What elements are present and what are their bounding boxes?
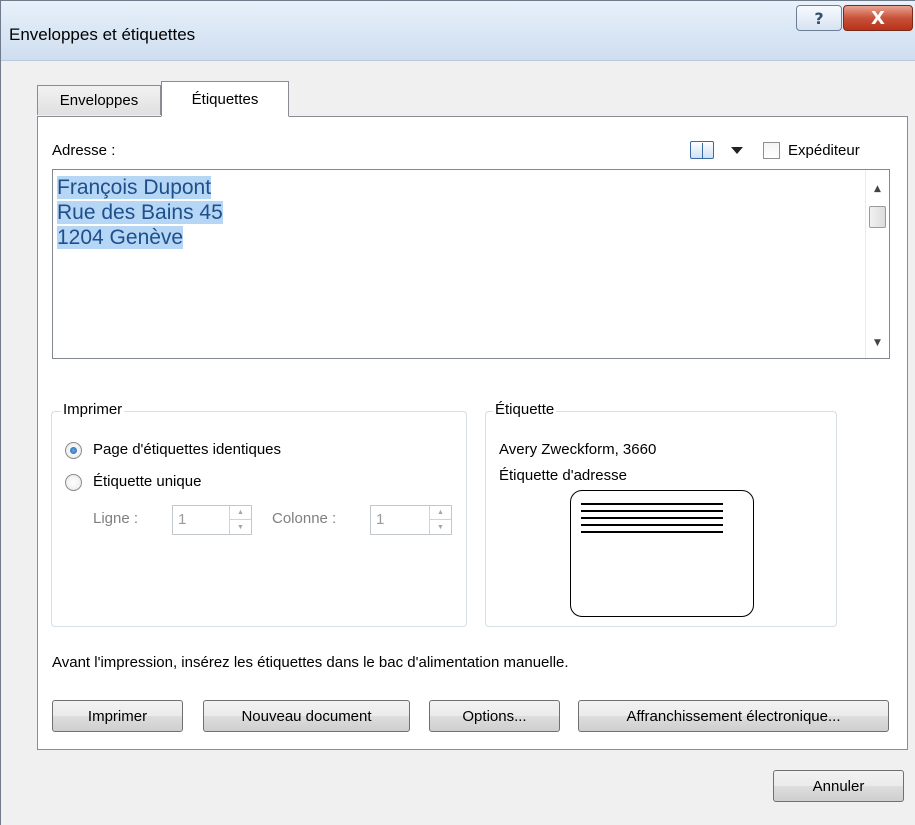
- expediteur-label[interactable]: Expéditeur: [788, 142, 860, 159]
- tab-etiquettes[interactable]: Étiquettes: [161, 81, 289, 117]
- tab-enveloppes[interactable]: Enveloppes: [37, 85, 161, 115]
- print-group-legend: Imprimer: [61, 401, 125, 418]
- address-line: François Dupont: [57, 176, 212, 199]
- help-icon: ?: [814, 8, 824, 28]
- close-button[interactable]: X: [843, 5, 913, 31]
- help-button[interactable]: ?: [796, 5, 842, 31]
- row-label: Ligne :: [93, 510, 139, 527]
- options-button[interactable]: Options...: [429, 700, 560, 732]
- address-book-icon[interactable]: [690, 141, 714, 159]
- radio-full-page[interactable]: [65, 442, 82, 459]
- chevron-down-icon[interactable]: [731, 147, 743, 154]
- expediteur-checkbox[interactable]: [763, 142, 780, 159]
- label-vendor[interactable]: Avery Zweckform, 3660: [499, 441, 656, 458]
- radio-single-label[interactable]: [65, 474, 82, 491]
- tab-enveloppes-label: Enveloppes: [59, 92, 139, 109]
- close-icon: X: [871, 7, 885, 29]
- scroll-down-icon[interactable]: ▼: [866, 334, 889, 352]
- notice-text: Avant l'impression, insérez les étiquett…: [52, 654, 569, 671]
- row-spinner[interactable]: 1 ▲ ▼: [172, 505, 252, 535]
- address-line: Rue des Bains 45: [57, 201, 223, 224]
- title-bar: Enveloppes et étiquettes ? X: [1, 1, 915, 61]
- electronic-postage-button[interactable]: Affranchissement électronique...: [578, 700, 889, 732]
- column-label: Colonne :: [272, 510, 337, 527]
- spin-up-icon[interactable]: ▲: [230, 506, 251, 520]
- label-type[interactable]: Étiquette d'adresse: [499, 467, 627, 484]
- scroll-up-icon[interactable]: ▲: [866, 180, 889, 198]
- label-preview-image[interactable]: [570, 490, 754, 617]
- address-textarea[interactable]: François Dupont Rue des Bains 45 1204 Ge…: [52, 169, 890, 359]
- spin-down-icon[interactable]: ▼: [430, 520, 451, 534]
- row-value: 1: [178, 511, 187, 528]
- new-document-button[interactable]: Nouveau document: [203, 700, 410, 732]
- radio-full-page-label[interactable]: Page d'étiquettes identiques: [93, 441, 281, 458]
- tab-etiquettes-label: Étiquettes: [191, 90, 259, 108]
- spin-up-icon[interactable]: ▲: [430, 506, 451, 520]
- print-button[interactable]: Imprimer: [52, 700, 183, 732]
- address-scrollbar[interactable]: ▲ ▼: [865, 170, 889, 358]
- window-title: Enveloppes et étiquettes: [9, 25, 196, 44]
- dialog-window: Enveloppes et étiquettes ? X Enveloppes …: [0, 0, 915, 825]
- scroll-thumb[interactable]: [869, 206, 886, 228]
- cancel-button[interactable]: Annuler: [773, 770, 904, 802]
- spin-down-icon[interactable]: ▼: [230, 520, 251, 534]
- column-value: 1: [376, 511, 385, 528]
- label-group-legend: Étiquette: [493, 401, 557, 418]
- column-spinner[interactable]: 1 ▲ ▼: [370, 505, 452, 535]
- address-label: Adresse :: [52, 142, 116, 159]
- address-line: 1204 Genève: [57, 226, 184, 249]
- radio-single-label-text[interactable]: Étiquette unique: [93, 473, 201, 490]
